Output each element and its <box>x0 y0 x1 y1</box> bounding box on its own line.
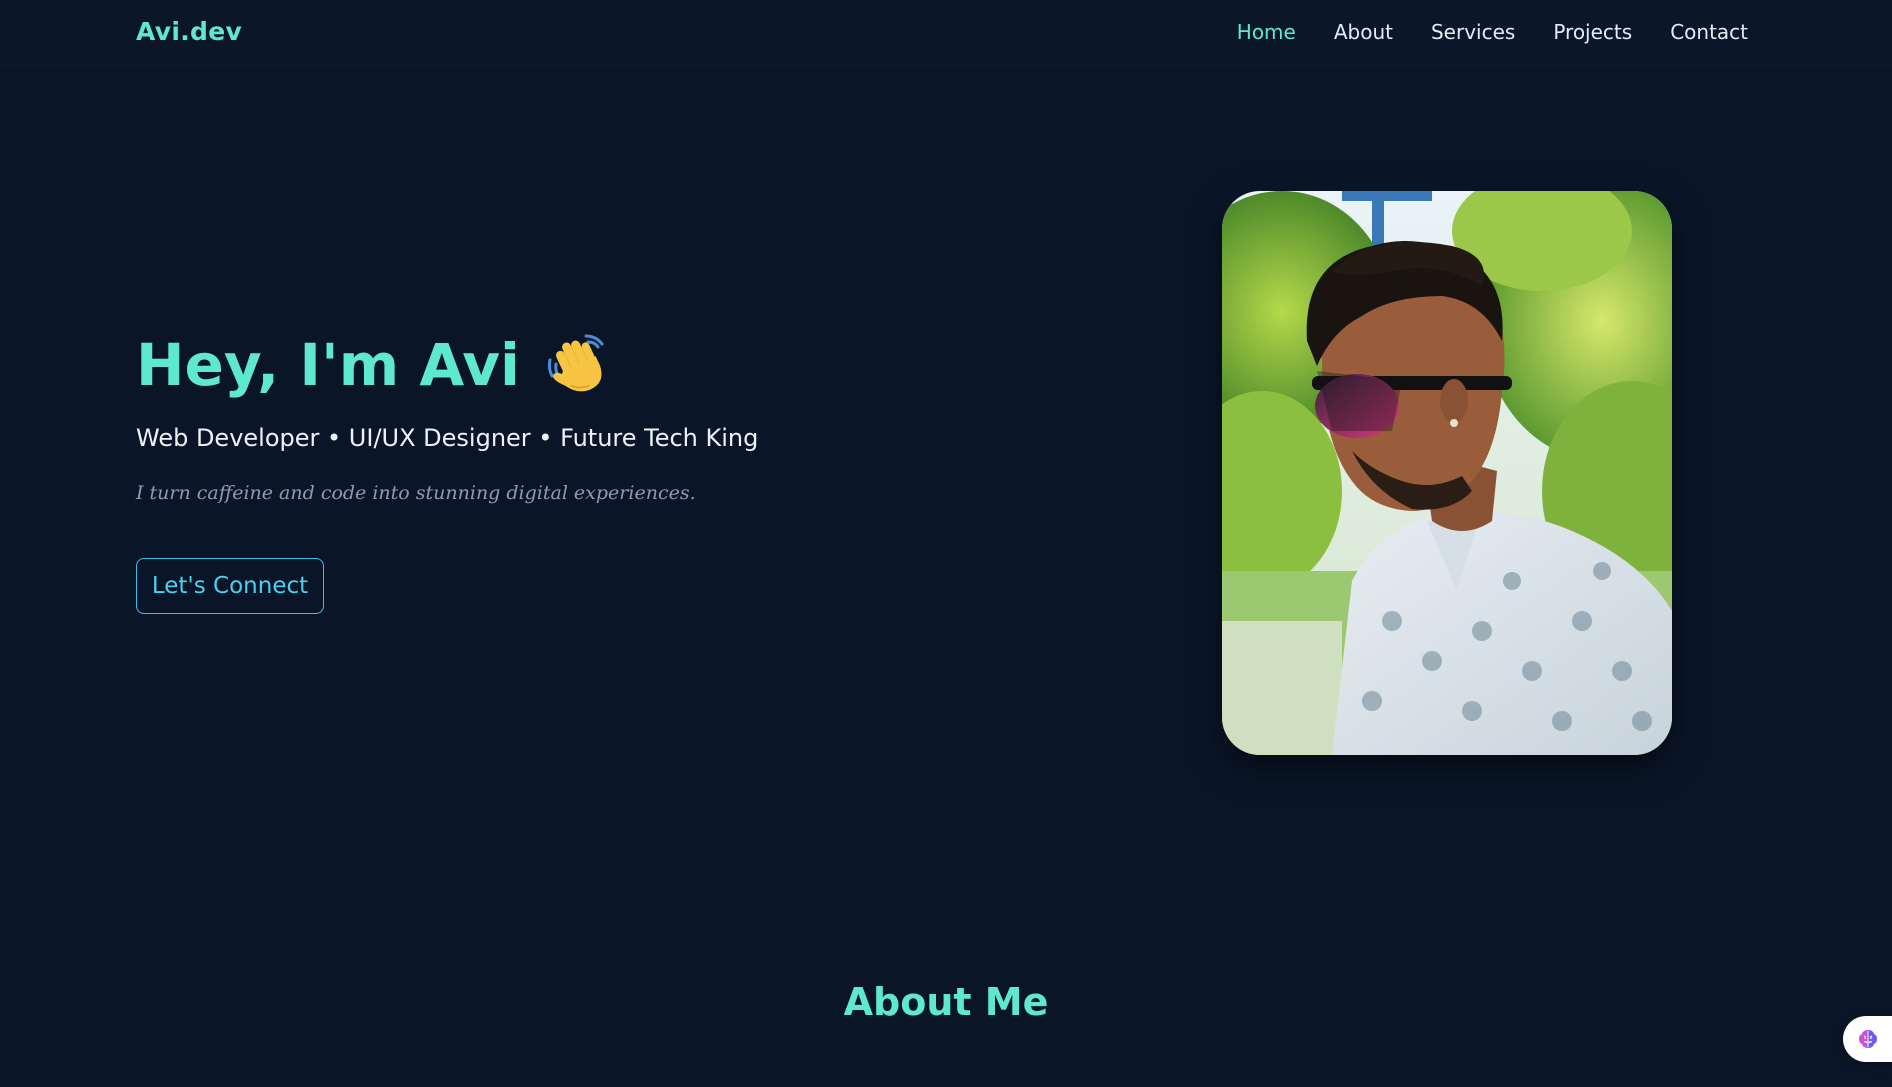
hero-title-text: Hey, I'm Avi <box>136 331 520 399</box>
hero-title: Hey, I'm Avi <box>136 330 612 400</box>
brain-icon <box>1859 1030 1877 1048</box>
lets-connect-button[interactable]: Let's Connect <box>136 558 324 614</box>
nav-link-contact[interactable]: Contact <box>1670 20 1748 44</box>
nav-link-about[interactable]: About <box>1334 20 1393 44</box>
nav-links: Home About Services Projects Contact <box>1237 20 1748 44</box>
nav-link-services[interactable]: Services <box>1431 20 1515 44</box>
nav-link-home[interactable]: Home <box>1237 20 1296 44</box>
hero-tagline: I turn caffeine and code into stunning d… <box>136 482 696 504</box>
assistant-button[interactable] <box>1843 1016 1892 1062</box>
nav-link-projects[interactable]: Projects <box>1553 20 1632 44</box>
page: Avi.dev Home About Services Projects Con… <box>0 0 1892 1087</box>
about-heading: About Me <box>843 980 1049 1024</box>
hero-subtitle: Web Developer • UI/UX Designer • Future … <box>136 424 759 452</box>
waving-hand-icon <box>542 330 612 400</box>
brand-logo[interactable]: Avi.dev <box>136 17 242 46</box>
profile-photo <box>1222 191 1672 755</box>
navbar: Avi.dev Home About Services Projects Con… <box>0 0 1892 66</box>
